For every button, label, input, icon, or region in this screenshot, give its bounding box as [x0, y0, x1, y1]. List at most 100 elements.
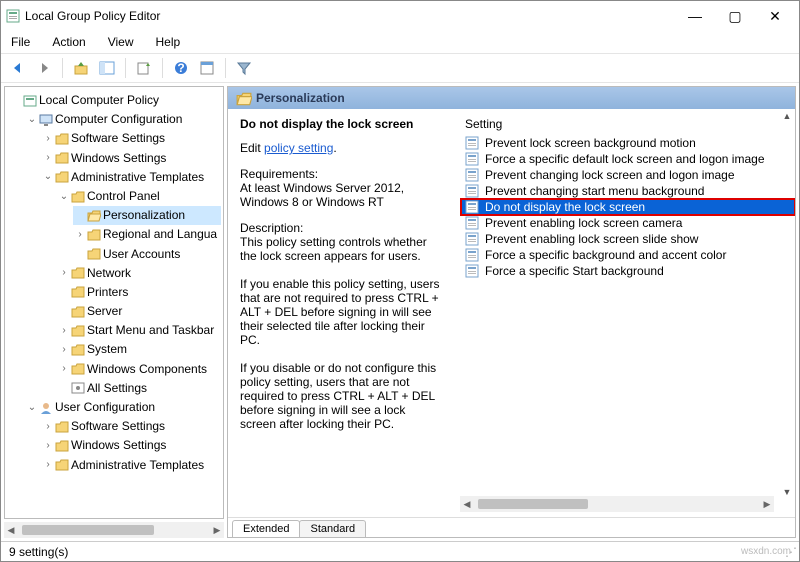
menubar: File Action View Help — [1, 31, 799, 53]
tree-label: Local Computer Policy — [39, 91, 159, 110]
computer-icon — [39, 114, 53, 126]
setting-item[interactable]: Force a specific default lock screen and… — [461, 151, 795, 167]
setting-item-label: Prevent changing lock screen and logon i… — [485, 168, 735, 182]
tree-windows-settings[interactable]: ›Windows Settings — [41, 149, 221, 168]
details-pane: Personalization Do not display the lock … — [227, 86, 796, 538]
resize-gripper[interactable]: ⋰ — [785, 545, 797, 559]
details-header-title: Personalization — [256, 91, 345, 105]
filter-button[interactable] — [233, 57, 255, 79]
scroll-up-icon[interactable]: ▲ — [783, 111, 792, 121]
requirements-label: Requirements: — [240, 167, 441, 181]
tree-administrative-templates[interactable]: ⌄Administrative Templates — [41, 168, 221, 187]
back-button[interactable] — [7, 57, 29, 79]
setting-item[interactable]: Prevent enabling lock screen camera — [461, 215, 795, 231]
tree-label: System — [87, 340, 127, 359]
tree-label: Software Settings — [71, 129, 165, 148]
tree-personalization[interactable]: Personalization — [73, 206, 221, 225]
setting-item-label: Force a specific default lock screen and… — [485, 152, 765, 166]
tree-printers[interactable]: Printers — [57, 283, 221, 302]
setting-item-label: Force a specific background and accent c… — [485, 248, 726, 262]
tree-user-configuration[interactable]: ⌄User Configuration — [25, 398, 221, 417]
tree-network[interactable]: ›Network — [57, 264, 221, 283]
setting-item[interactable]: Do not display the lock screen — [461, 199, 795, 215]
policy-title: Do not display the lock screen — [240, 117, 441, 131]
folder-open-icon — [236, 92, 250, 104]
folder-icon — [71, 344, 85, 356]
tree-root[interactable]: Local Computer Policy — [9, 91, 221, 110]
tree-horizontal-scrollbar[interactable]: ◀▶ — [4, 522, 224, 538]
setting-item[interactable]: Force a specific Start background — [461, 263, 795, 279]
close-button[interactable]: ✕ — [755, 2, 795, 30]
setting-item[interactable]: Force a specific background and accent c… — [461, 247, 795, 263]
tab-standard[interactable]: Standard — [299, 520, 366, 537]
tree-computer-configuration[interactable]: ⌄Computer Configuration — [25, 110, 221, 129]
tree-label: User Accounts — [103, 245, 180, 264]
folder-icon — [71, 286, 85, 298]
menu-help[interactable]: Help — [152, 33, 185, 51]
folder-icon — [71, 267, 85, 279]
tree-start-menu[interactable]: ›Start Menu and Taskbar — [57, 321, 221, 340]
menu-file[interactable]: File — [7, 33, 34, 51]
settings-vertical-scrollbar[interactable]: ▲ ▼ — [779, 111, 795, 497]
help-button[interactable]: ? — [170, 57, 192, 79]
tree-windows-components[interactable]: ›Windows Components — [57, 360, 221, 379]
tree-software-settings[interactable]: ›Software Settings — [41, 129, 221, 148]
policy-item-icon — [465, 136, 479, 150]
minimize-button[interactable]: — — [675, 2, 715, 30]
tree-label: Software Settings — [71, 417, 165, 436]
settings-horizontal-scrollbar[interactable]: ◀▶ — [460, 496, 774, 512]
tree-all-settings[interactable]: All Settings — [57, 379, 221, 398]
edit-policy-link[interactable]: policy setting — [264, 141, 333, 155]
description-p2: If you enable this policy setting, users… — [240, 277, 441, 347]
content: Local Computer Policy ⌄Computer Configur… — [1, 83, 799, 541]
tree-system[interactable]: ›System — [57, 340, 221, 359]
settings-column-header[interactable]: Setting — [461, 115, 795, 133]
tree-u-software-settings[interactable]: ›Software Settings — [41, 417, 221, 436]
tree-u-administrative-templates[interactable]: ›Administrative Templates — [41, 456, 221, 475]
setting-item[interactable]: Prevent changing start menu background — [461, 183, 795, 199]
forward-button[interactable] — [33, 57, 55, 79]
menu-view[interactable]: View — [104, 33, 138, 51]
user-icon — [39, 402, 53, 414]
export-button[interactable] — [133, 57, 155, 79]
folder-icon — [71, 191, 85, 203]
scroll-down-icon[interactable]: ▼ — [783, 487, 792, 497]
description-column: Do not display the lock screen Edit poli… — [228, 109, 453, 517]
tree-user-accounts[interactable]: User Accounts — [73, 245, 221, 264]
policy-item-icon — [465, 184, 479, 198]
policy-icon — [23, 95, 37, 107]
policy-item-icon — [465, 264, 479, 278]
setting-item-label: Force a specific Start background — [485, 264, 664, 278]
show-hide-tree-button[interactable] — [96, 57, 118, 79]
tree-label: Administrative Templates — [71, 456, 204, 475]
tab-extended[interactable]: Extended — [232, 520, 300, 537]
tree-label: User Configuration — [55, 398, 155, 417]
tree-server[interactable]: Server — [57, 302, 221, 321]
folder-icon — [55, 440, 69, 452]
menu-action[interactable]: Action — [48, 33, 89, 51]
requirements-text: At least Windows Server 2012, Windows 8 … — [240, 181, 441, 209]
tree-label: Start Menu and Taskbar — [87, 321, 214, 340]
tree-label: Regional and Langua — [103, 225, 217, 244]
app-icon — [5, 8, 21, 24]
tree-label: Network — [87, 264, 131, 283]
tree-label: Windows Settings — [71, 436, 166, 455]
maximize-button[interactable]: ▢ — [715, 2, 755, 30]
setting-item[interactable]: Prevent changing lock screen and logon i… — [461, 167, 795, 183]
tree-label: Server — [87, 302, 122, 321]
setting-item[interactable]: Prevent lock screen background motion — [461, 135, 795, 151]
tree-label: Administrative Templates — [71, 168, 204, 187]
description-label: Description: — [240, 221, 441, 235]
up-button[interactable] — [70, 57, 92, 79]
properties-button[interactable] — [196, 57, 218, 79]
tree-control-panel[interactable]: ⌄Control Panel — [57, 187, 221, 206]
setting-item[interactable]: Prevent enabling lock screen slide show — [461, 231, 795, 247]
tree-u-windows-settings[interactable]: ›Windows Settings — [41, 436, 221, 455]
tree-label: Windows Settings — [71, 149, 166, 168]
folder-icon — [55, 133, 69, 145]
svg-text:?: ? — [177, 61, 184, 75]
tree-regional[interactable]: ›Regional and Langua — [73, 225, 221, 244]
folder-icon — [71, 363, 85, 375]
policy-item-icon — [465, 232, 479, 246]
folder-icon — [55, 421, 69, 433]
